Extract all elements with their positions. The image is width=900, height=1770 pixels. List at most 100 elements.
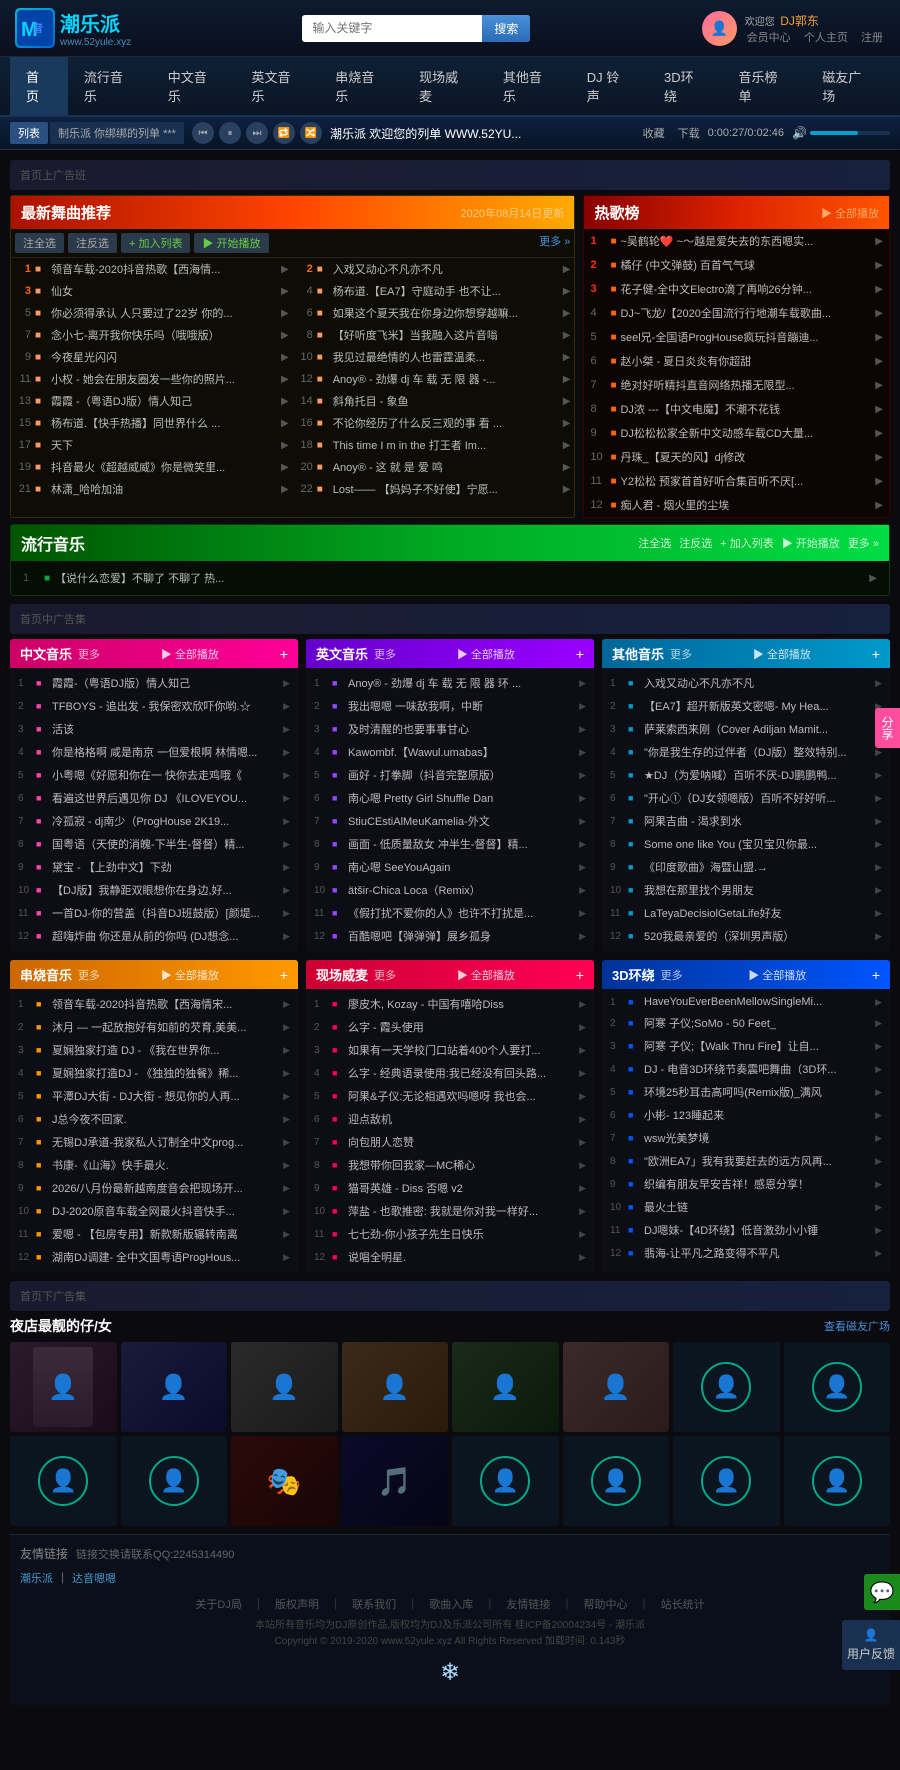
- cat-play-10[interactable]: ▶: [283, 885, 290, 896]
- nav-item-popular[interactable]: 流行音乐: [68, 57, 152, 115]
- cat-play-3[interactable]: ▶: [283, 1045, 290, 1056]
- nav-item-chinese[interactable]: 中文音乐: [152, 57, 236, 115]
- hot-play-10[interactable]: ▶: [875, 452, 883, 463]
- live-songs-list-song-2[interactable]: 2 ■ 么字 - 霞头使用 ▶: [312, 1016, 588, 1039]
- hot-play-3[interactable]: ▶: [875, 284, 883, 295]
- scratch-songs-list-song-3[interactable]: 3 ■ 夏娴独家打造 DJ - 《我在世界你... ▶: [16, 1039, 292, 1062]
- chinese-songs-list-song-2[interactable]: 2 ■ TFBOYS - 追出发 - 我保密欢欣吓你哟.☆ ▶: [16, 695, 292, 718]
- chinese-songs-list-song-5[interactable]: 5 ■ 小粤嗯《好愿和你在一 快你去走鸡哦《 ▶: [16, 764, 292, 787]
- chinese-songs-list-song-6[interactable]: 6 ■ 看遍这世界后遇见你 DJ 《ILOVEYOU... ▶: [16, 787, 292, 810]
- other-songs-list-song-8[interactable]: 8 ■ Some one like You (宝贝宝贝你最... ▶: [608, 833, 884, 856]
- song-play-19[interactable]: ▶: [281, 462, 289, 473]
- hot-play-7[interactable]: ▶: [875, 380, 883, 391]
- new-dance-song-11[interactable]: 11 ■ 小权 - 她会在朋友圈发一些你的照片... ▶: [11, 368, 293, 390]
- cat-play-5[interactable]: ▶: [283, 1091, 290, 1102]
- scratch-add-icon[interactable]: +: [280, 967, 288, 983]
- other-songs-list-song-11[interactable]: 11 ■ LaTeyaDecisiolGetaLife好友 ▶: [608, 902, 884, 925]
- cat-play-11[interactable]: ▶: [579, 908, 586, 919]
- english-songs-list-song-12[interactable]: 12 ■ 百酷嗯吧【弹弹弹】展乡孤身 ▶: [312, 925, 588, 948]
- volume-bar[interactable]: [810, 131, 890, 135]
- popular-more[interactable]: 更多 »: [848, 535, 879, 551]
- cat-play-10[interactable]: ▶: [579, 1206, 586, 1217]
- hot-song-1[interactable]: 1 ■ ~吴鹤轮❤️ ~～越是爱失去的东西嗯实... ▶: [584, 229, 889, 253]
- song-play-3[interactable]: ▶: [281, 286, 289, 297]
- chinese-play-all[interactable]: ▶ 全部播放: [161, 646, 219, 662]
- song-play-11[interactable]: ▶: [281, 374, 289, 385]
- new-dance-song-4[interactable]: 4 ■ 杨布道.【EA7】守庭动手 也不让... ▶: [293, 280, 575, 302]
- english-songs-list-song-1[interactable]: 1 ■ Anoy® - 劲爆 dj 车 载 无 限 器 环 ... ▶: [312, 672, 588, 695]
- friend-card-12[interactable]: 🎵: [342, 1436, 449, 1526]
- song-play-15[interactable]: ▶: [281, 418, 289, 429]
- friend-card-11[interactable]: 🎭: [231, 1436, 338, 1526]
- cat-play-8[interactable]: ▶: [283, 1160, 290, 1171]
- cat-play-12[interactable]: ▶: [283, 1252, 290, 1263]
- friend-card-15[interactable]: 👤: [673, 1436, 780, 1526]
- english-songs-list-song-8[interactable]: 8 ■ 画面 - 低质量敌女 冲半生-督督】精... ▶: [312, 833, 588, 856]
- english-songs-list-song-6[interactable]: 6 ■ 南心嗯 Pretty Girl Shuffle Dan ▶: [312, 787, 588, 810]
- scratch-songs-list-song-6[interactable]: 6 ■ J总今夜不回家. ▶: [16, 1108, 292, 1131]
- friend-card-10[interactable]: 👤: [121, 1436, 228, 1526]
- 3d-songs-list-song-8[interactable]: 8 ■ "欧洲EA7」我有我要赶去的远方风再... ▶: [608, 1150, 884, 1173]
- hot-song-3[interactable]: 3 ■ 花子健-全中文Electro滴了再响26分钟... ▶: [584, 277, 889, 301]
- live-songs-list-song-10[interactable]: 10 ■ 萍盐 - 也歌推密: 我就是你对我一样好... ▶: [312, 1200, 588, 1223]
- player-tab-list[interactable]: 列表: [10, 122, 48, 144]
- cat-play-1[interactable]: ▶: [875, 997, 882, 1008]
- cat-play-2[interactable]: ▶: [283, 1022, 290, 1033]
- popular-add-list[interactable]: + 加入列表: [720, 535, 773, 551]
- cat-play-12[interactable]: ▶: [579, 931, 586, 942]
- hot-play-6[interactable]: ▶: [875, 356, 883, 367]
- scratch-play-all[interactable]: ▶ 全部播放: [161, 967, 219, 983]
- cat-play-10[interactable]: ▶: [875, 885, 882, 896]
- english-songs-list-song-10[interactable]: 10 ■ ätšir-Chica Loca（Remix） ▶: [312, 879, 588, 902]
- 3d-play-all[interactable]: ▶ 全部播放: [748, 967, 806, 983]
- cat-play-9[interactable]: ▶: [875, 862, 882, 873]
- song-play-4[interactable]: ▶: [563, 286, 571, 297]
- song-play-6[interactable]: ▶: [563, 308, 571, 319]
- hot-play-9[interactable]: ▶: [875, 428, 883, 439]
- hot-song-10[interactable]: 10 ■ 丹珠_【夏天的风】dj修改 ▶: [584, 445, 889, 469]
- song-play-20[interactable]: ▶: [563, 462, 571, 473]
- hot-play-all[interactable]: ▶ 全部播放: [821, 205, 879, 221]
- english-songs-list-song-7[interactable]: 7 ■ StiuCEstiAlMeuKamelia-外文 ▶: [312, 810, 588, 833]
- 3d-songs-list-song-9[interactable]: 9 ■ 织编有朋友早安吉祥！感恩分享！ ▶: [608, 1173, 884, 1196]
- english-songs-list-song-3[interactable]: 3 ■ 及时清醒的也要事事甘心 ▶: [312, 718, 588, 741]
- nav-item-scratch[interactable]: 串烧音乐: [319, 57, 403, 115]
- chinese-songs-list-song-8[interactable]: 8 ■ 国粤语（天使的消魄-下半生-督督）精... ▶: [16, 833, 292, 856]
- cat-play-6[interactable]: ▶: [283, 793, 290, 804]
- new-dance-song-22[interactable]: 22 ■ Lost—— 【妈妈子不好使】宁愿... ▶: [293, 478, 575, 500]
- cat-play-2[interactable]: ▶: [579, 701, 586, 712]
- 3d-songs-list-song-1[interactable]: 1 ■ HaveYouEverBeenMellowSingleMi... ▶: [608, 993, 884, 1012]
- new-dance-song-21[interactable]: 21 ■ 林潇_哈哈加油 ▶: [11, 478, 293, 500]
- live-songs-list-song-9[interactable]: 9 ■ 猫哥英雄 - Diss 否嗯 v2 ▶: [312, 1177, 588, 1200]
- hot-song-12[interactable]: 12 ■ 痴人君 - 烟火里的尘埃 ▶: [584, 493, 889, 517]
- hot-play-1[interactable]: ▶: [875, 236, 883, 247]
- friend-card-4[interactable]: 👤: [342, 1342, 449, 1432]
- cat-play-7[interactable]: ▶: [875, 816, 882, 827]
- new-dance-song-13[interactable]: 13 ■ 霞霞 -（粤语DJ版）情人知己 ▶: [11, 390, 293, 412]
- add-to-list-btn[interactable]: + 加入列表: [121, 233, 190, 253]
- new-dance-song-2[interactable]: 2 ■ 入戏又动心不凡亦不凡 ▶: [293, 258, 575, 280]
- cat-play-2[interactable]: ▶: [579, 1022, 586, 1033]
- friend-card-2[interactable]: 👤: [121, 1342, 228, 1432]
- cat-play-12[interactable]: ▶: [283, 931, 290, 942]
- nav-item-chart[interactable]: 音乐榜单: [722, 57, 806, 115]
- cat-play-11[interactable]: ▶: [283, 908, 290, 919]
- english-songs-list-song-5[interactable]: 5 ■ 画好 - 打拳脚（抖音完整原版） ▶: [312, 764, 588, 787]
- search-input[interactable]: [302, 16, 482, 40]
- scratch-songs-list-song-9[interactable]: 9 ■ 2026/八月份最新越南度音会把现场开... ▶: [16, 1177, 292, 1200]
- cat-play-4[interactable]: ▶: [875, 1064, 882, 1075]
- other-songs-list-song-3[interactable]: 3 ■ 萨莱索西来刚（Cover Adiljan Mamit... ▶: [608, 718, 884, 741]
- english-songs-list-song-11[interactable]: 11 ■ 《假打扰不爱你的人》也许不打扰是... ▶: [312, 902, 588, 925]
- cat-play-2[interactable]: ▶: [283, 701, 290, 712]
- cat-play-12[interactable]: ▶: [579, 1252, 586, 1263]
- cat-play-1[interactable]: ▶: [283, 678, 290, 689]
- other-songs-list-song-1[interactable]: 1 ■ 入戏又动心不凡亦不凡 ▶: [608, 672, 884, 695]
- hot-play-11[interactable]: ▶: [875, 476, 883, 487]
- cat-play-7[interactable]: ▶: [283, 1137, 290, 1148]
- chinese-songs-list-song-12[interactable]: 12 ■ 超嗨炸曲 你还是从前的你吗 (DJ想念... ▶: [16, 925, 292, 948]
- other-play-all[interactable]: ▶ 全部播放: [753, 646, 811, 662]
- live-songs-list-song-12[interactable]: 12 ■ 说唱全明星. ▶: [312, 1246, 588, 1269]
- footer-link-1[interactable]: 潮乐派: [20, 1570, 53, 1586]
- 3d-songs-list-song-10[interactable]: 10 ■ 最火土链 ▶: [608, 1196, 884, 1219]
- friend-card-16[interactable]: 👤: [784, 1436, 891, 1526]
